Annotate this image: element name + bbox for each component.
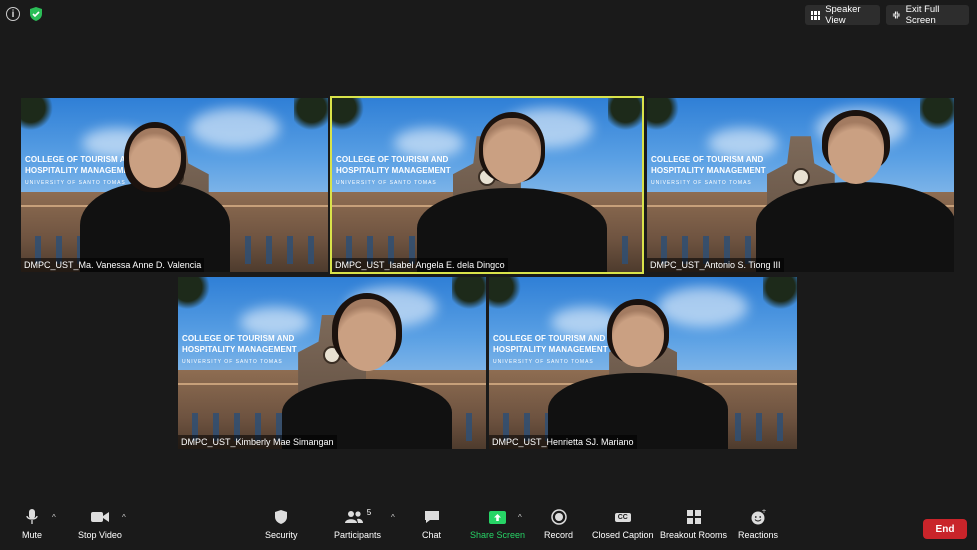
reactions-label: Reactions	[738, 530, 779, 540]
participant-name-label: DMPC_UST_Ma. Vanessa Anne D. Valencia	[21, 258, 205, 272]
university-line: UNIVERSITY OF SANTO TOMAS	[651, 180, 752, 186]
participant-name-label: DMPC_UST_Henrietta SJ. Mariano	[489, 435, 637, 449]
share-screen-button[interactable]: Share Screen	[470, 508, 525, 540]
participant-figure	[267, 277, 467, 449]
end-meeting-button[interactable]: End	[923, 519, 967, 539]
participants-button[interactable]: 5 Participants	[334, 508, 381, 540]
chat-label: Chat	[422, 530, 442, 540]
grid-view-icon	[811, 10, 821, 20]
participant-video-tile[interactable]: COLLEGE OF TOURISM AND HOSPITALITY MANAG…	[330, 96, 644, 274]
participant-video-tile[interactable]: COLLEGE OF TOURISM AND HOSPITALITY MANAG…	[178, 277, 486, 449]
participants-options-chevron-up-icon[interactable]: ^	[391, 513, 395, 522]
participant-name-label: DMPC_UST_Antonio S. Tiong III	[647, 258, 784, 272]
exit-fullscreen-label: Exit Full Screen	[905, 4, 940, 26]
mute-label: Mute	[22, 530, 43, 540]
breakout-rooms-grid-icon	[686, 510, 701, 524]
background-tree	[21, 98, 57, 132]
audio-options-chevron-up-icon[interactable]: ^	[52, 513, 56, 522]
video-camera-icon	[90, 512, 109, 522]
security-button[interactable]: Security	[265, 508, 298, 540]
speaker-view-button[interactable]: Speaker View	[805, 4, 880, 26]
microphone-icon	[26, 509, 38, 524]
closed-caption-icon: CC	[614, 512, 631, 522]
participant-name-label: DMPC_UST_Isabel Angela E. dela Dingco	[332, 258, 508, 272]
participant-count-badge: 5	[366, 508, 372, 517]
breakout-rooms-button[interactable]: Breakout Rooms	[660, 508, 727, 540]
background-tree	[608, 98, 642, 132]
college-line-2: HOSPITALITY MANAGEMENT	[651, 166, 766, 175]
participant-name-label: DMPC_UST_Kimberly Mae Simangan	[178, 435, 337, 449]
participant-figure	[55, 98, 255, 272]
record-button[interactable]: Record	[544, 508, 573, 540]
svg-text:+: +	[762, 509, 767, 515]
participants-icon	[344, 511, 363, 523]
stop-video-label: Stop Video	[78, 530, 122, 540]
stop-video-button[interactable]: Stop Video	[78, 508, 122, 540]
participant-figure	[755, 98, 954, 272]
background-tree	[489, 277, 525, 311]
participant-figure	[412, 98, 612, 272]
info-icon[interactable]: i	[6, 7, 20, 21]
closed-caption-label: Closed Caption	[592, 530, 654, 540]
end-label: End	[935, 523, 955, 535]
share-screen-arrow-icon	[489, 510, 507, 524]
college-line-1: COLLEGE OF TOURISM AND	[651, 155, 764, 164]
background-tree	[763, 277, 797, 311]
participant-video-tile[interactable]: COLLEGE OF TOURISM AND HOSPITALITY MANAG…	[647, 98, 954, 272]
chat-button[interactable]: Chat	[422, 508, 441, 540]
breakout-rooms-label: Breakout Rooms	[660, 530, 728, 540]
meeting-info-area: i	[6, 6, 44, 22]
college-caption: COLLEGE OF TOURISM AND HOSPITALITY MANAG…	[651, 154, 766, 189]
record-label: Record	[544, 530, 574, 540]
chat-bubble-icon	[424, 511, 439, 523]
background-tree	[647, 98, 683, 132]
record-icon	[550, 509, 567, 525]
video-options-chevron-up-icon[interactable]: ^	[122, 513, 126, 522]
participants-label: Participants	[334, 530, 382, 540]
closed-caption-button[interactable]: CC Closed Caption	[592, 508, 654, 540]
background-tree	[178, 277, 214, 311]
share-screen-label: Share Screen	[470, 530, 526, 540]
meeting-toolbar: Mute ^ Stop Video ^ Security 5 Participa…	[0, 504, 977, 550]
participant-figure	[538, 277, 738, 449]
exit-fullscreen-button[interactable]: Exit Full Screen	[886, 4, 969, 26]
background-tree	[294, 98, 328, 132]
reactions-smiley-icon: +	[751, 509, 767, 525]
security-label: Security	[265, 530, 298, 540]
background-tree	[332, 98, 368, 132]
speaker-view-label: Speaker View	[825, 4, 861, 26]
exit-fullscreen-icon	[892, 11, 900, 19]
reactions-button[interactable]: + Reactions	[738, 508, 778, 540]
participant-video-tile[interactable]: COLLEGE OF TOURISM AND HOSPITALITY MANAG…	[489, 277, 797, 449]
encryption-shield-icon[interactable]	[28, 6, 44, 22]
share-options-chevron-up-icon[interactable]: ^	[518, 513, 522, 522]
mute-button[interactable]: Mute	[22, 508, 42, 540]
security-shield-icon	[275, 510, 288, 524]
participant-video-tile[interactable]: COLLEGE OF TOURISM AND HOSPITALITY MANAG…	[21, 98, 328, 272]
